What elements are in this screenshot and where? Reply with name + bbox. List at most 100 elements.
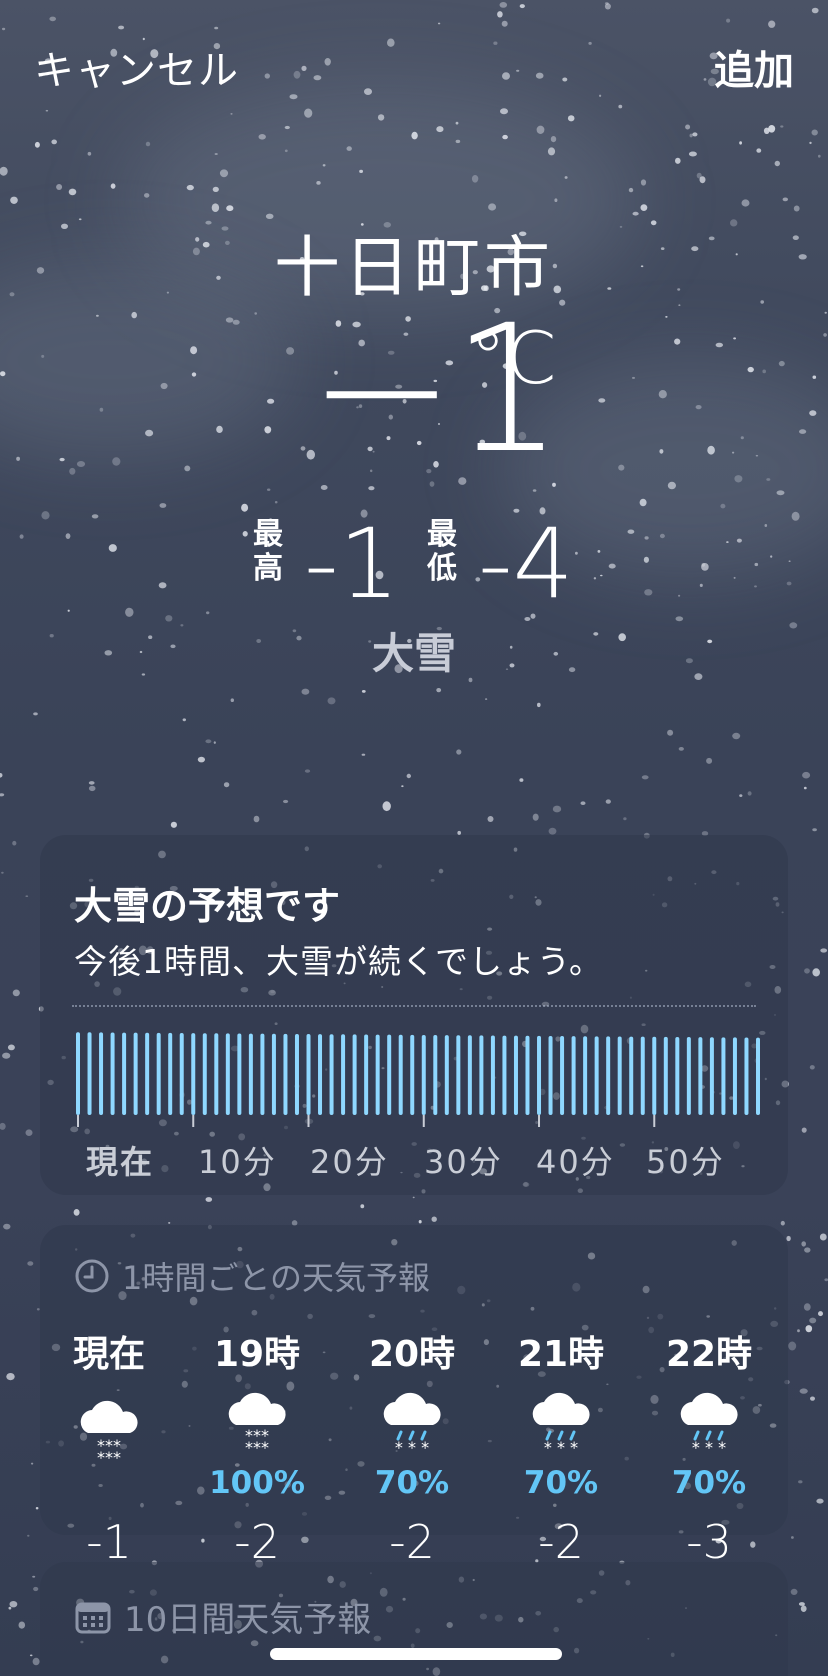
- snowflake: [32, 1575, 36, 1578]
- hour-time: 19時: [213, 1334, 301, 1375]
- high-value: -1: [304, 508, 400, 620]
- hour-item: 22時 * * * 70% -3: [634, 1325, 784, 1569]
- snowflake: [628, 187, 634, 193]
- snowflake: [284, 149, 288, 153]
- snowflake: [791, 1536, 794, 1539]
- snowflake: [361, 690, 366, 693]
- calendar-icon: [75, 1602, 111, 1633]
- snowflake: [274, 501, 278, 504]
- snowflake: [211, 203, 220, 212]
- snowflake: [703, 78, 707, 81]
- snowflake: [437, 22, 441, 25]
- cancel-button[interactable]: キャンセル: [34, 38, 239, 96]
- snowflake: [768, 20, 776, 28]
- snowflake: [33, 712, 38, 716]
- snowflake: [186, 184, 194, 191]
- snowflake: [455, 139, 461, 144]
- precip-bar: [756, 1037, 760, 1115]
- hour-precip-chance: 70%: [374, 1465, 450, 1501]
- precip-bar: [237, 1033, 242, 1115]
- snowflake: [182, 718, 186, 722]
- snowflake: [471, 175, 479, 183]
- snowflake: [73, 1209, 80, 1216]
- precip-bar: [99, 1032, 104, 1115]
- home-indicator[interactable]: [270, 1648, 562, 1660]
- precip-bar: [467, 1035, 472, 1115]
- snowflake: [324, 58, 331, 66]
- snowflake: [110, 183, 116, 189]
- precip-bar: [248, 1033, 253, 1115]
- snowflake: [9, 1601, 18, 1608]
- snowflake: [327, 697, 336, 705]
- snowflake: [322, 164, 326, 167]
- snowflake: [436, 688, 442, 693]
- snowflake: [809, 1065, 815, 1070]
- precip-bar: [306, 1034, 311, 1115]
- snowflake: [382, 801, 391, 812]
- snowflake: [205, 1197, 213, 1202]
- snowflake: [800, 1605, 807, 1612]
- snowflake: [605, 799, 611, 804]
- precipitation-card[interactable]: 大雪の予想です 今後1時間、大雪が続くでしょう。 現在 10分 20分 30分 …: [40, 835, 788, 1195]
- precip-bar: [225, 1033, 230, 1115]
- tenday-header-text: 10日間天気予報: [124, 1600, 372, 1640]
- snowflake: [536, 125, 545, 134]
- hour-time: 21時: [517, 1334, 605, 1375]
- precip-bar: [560, 1036, 565, 1115]
- snowflake: [289, 94, 298, 100]
- snowflake: [418, 1220, 422, 1224]
- hour-time: 20時: [368, 1334, 456, 1375]
- clock-icon: [75, 1259, 109, 1293]
- snowflake: [431, 1216, 437, 1222]
- precip-bar: [294, 1033, 299, 1115]
- snowflake: [359, 169, 363, 173]
- precip-bar: [156, 1032, 161, 1115]
- snowflake: [230, 113, 233, 115]
- snowflake: [599, 94, 602, 98]
- precip-bar: [318, 1034, 323, 1115]
- hourly-forecast-card[interactable]: 1時間ごとの天気予報 現在 *** *** -1 19時 *** *** 100…: [40, 1225, 788, 1569]
- add-button[interactable]: 追加: [714, 38, 794, 96]
- snowflake: [2, 1052, 11, 1059]
- snowflake: [811, 7, 819, 14]
- snowflake: [304, 769, 311, 773]
- snowflake: [797, 1329, 800, 1333]
- snowflake: [588, 41, 592, 45]
- tick-label: 30分: [424, 1143, 503, 1181]
- snowflake: [45, 109, 49, 112]
- snowflake: [501, 20, 508, 27]
- tick-label: 40分: [536, 1143, 615, 1181]
- snowflake: [197, 756, 205, 763]
- snowflake: [144, 193, 150, 198]
- snowflake: [8, 1606, 12, 1610]
- precip-title: 大雪の予想です: [74, 884, 341, 928]
- snowflake: [159, 503, 167, 508]
- snowflake: [564, 176, 568, 179]
- precip-intensity-chart: [76, 1032, 760, 1127]
- snowflake: [548, 827, 557, 835]
- low-value: -4: [478, 508, 574, 620]
- snowflake: [641, 775, 649, 780]
- hour-precip-chance: 100%: [209, 1465, 305, 1501]
- snowflake: [816, 1498, 824, 1504]
- tick-label: 50分: [646, 1143, 725, 1181]
- snowflake: [12, 840, 17, 846]
- precip-bar: [698, 1037, 703, 1115]
- snowflake: [774, 160, 780, 167]
- sleet-cloud-icon: * * *: [532, 1392, 590, 1457]
- snowflake: [6, 1373, 15, 1381]
- snowflake: [170, 821, 177, 828]
- hour-item: 19時 *** *** 100% -2: [182, 1325, 332, 1569]
- precip-bar: [444, 1035, 449, 1115]
- snowflake: [487, 816, 494, 822]
- snowflake: [739, 141, 742, 145]
- precip-bar: [675, 1036, 680, 1115]
- snowflake: [818, 1311, 823, 1317]
- hour-temperature: -2: [389, 1515, 435, 1569]
- snowflake: [580, 801, 586, 805]
- snowflake: [706, 757, 713, 764]
- snowflake: [788, 1341, 797, 1351]
- tenday-header: 10日間天気予報: [74, 1592, 371, 1641]
- snowflake: [214, 153, 218, 155]
- snowflake: [230, 698, 234, 702]
